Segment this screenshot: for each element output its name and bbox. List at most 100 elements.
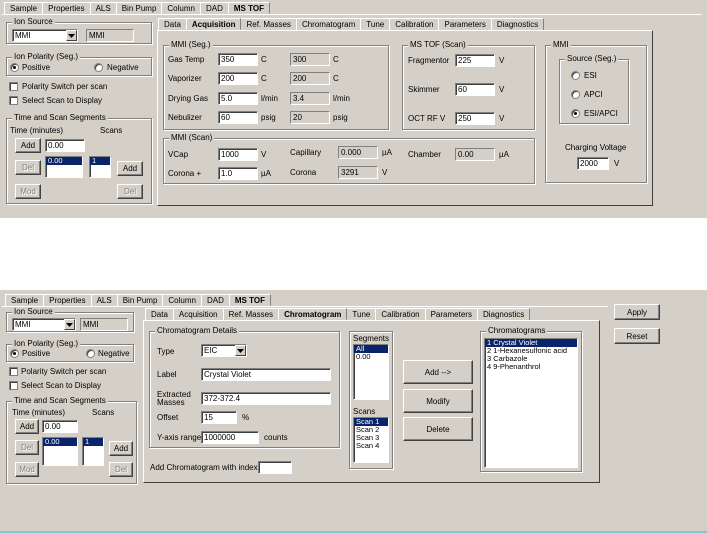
nebulizer-input[interactable]: 60 bbox=[218, 111, 258, 124]
tab-als[interactable]: ALS bbox=[90, 294, 118, 306]
tab-chromatogram[interactable]: Chromatogram bbox=[295, 18, 362, 30]
tab-calibration[interactable]: Calibration bbox=[389, 18, 440, 30]
tab-data[interactable]: Data bbox=[158, 18, 187, 30]
select-scan-checkbox[interactable] bbox=[9, 96, 18, 105]
del-scan-button[interactable]: Del bbox=[109, 462, 133, 477]
reset-button[interactable]: Reset bbox=[614, 328, 660, 344]
tab-dad[interactable]: DAD bbox=[199, 2, 229, 14]
tab-parameters[interactable]: Parameters bbox=[424, 308, 478, 320]
scans-list[interactable]: 1 bbox=[82, 437, 104, 466]
tab-tune[interactable]: Tune bbox=[360, 18, 391, 30]
add-chromatogram-button[interactable]: Add --> bbox=[403, 360, 473, 384]
vcap-input[interactable]: 1000 bbox=[218, 148, 258, 161]
corona-plus-label: Corona + bbox=[168, 169, 202, 178]
extracted-masses-input[interactable]: 372-372.4 bbox=[201, 392, 331, 405]
tab-properties[interactable]: Properties bbox=[42, 2, 91, 14]
esi-apci-radio[interactable] bbox=[571, 109, 580, 118]
apply-button[interactable]: Apply bbox=[614, 304, 660, 320]
ion-source-select[interactable]: MMI bbox=[12, 29, 78, 42]
mod-button[interactable]: Mod bbox=[15, 184, 41, 199]
tab-tune[interactable]: Tune bbox=[346, 308, 377, 320]
list-item[interactable]: 0.00 bbox=[43, 438, 77, 446]
time-input[interactable]: 0.00 bbox=[45, 139, 85, 152]
tab-properties[interactable]: Properties bbox=[43, 294, 92, 306]
time-list[interactable]: 0.00 bbox=[45, 156, 83, 178]
chevron-down-icon[interactable] bbox=[235, 345, 246, 356]
time-input[interactable]: 0.00 bbox=[42, 420, 78, 433]
tab-ref-masses[interactable]: Ref. Masses bbox=[240, 18, 297, 30]
tab-acquisition[interactable]: Acquisition bbox=[185, 18, 242, 30]
positive-radio[interactable] bbox=[10, 349, 19, 358]
offset-input[interactable]: 15 bbox=[201, 411, 237, 424]
tab-chromatogram[interactable]: Chromatogram bbox=[278, 308, 348, 320]
skimmer-label: Skimmer bbox=[408, 85, 440, 94]
gas-temp-input[interactable]: 350 bbox=[218, 53, 258, 66]
tab-bin-pump[interactable]: Bin Pump bbox=[115, 2, 163, 14]
select-scan-checkbox[interactable] bbox=[9, 381, 18, 390]
tab-column[interactable]: Column bbox=[162, 294, 202, 306]
list-item[interactable]: 1 bbox=[90, 157, 110, 165]
capillary-readout: 0.000 bbox=[338, 146, 378, 159]
list-item[interactable]: 4 9-Phenanthrol bbox=[485, 363, 577, 371]
positive-radio[interactable] bbox=[10, 63, 19, 72]
add-time-button[interactable]: Add bbox=[15, 138, 41, 153]
scans-select-list[interactable]: Scan 1 Scan 2 Scan 3 Scan 4 bbox=[353, 417, 389, 463]
gas-temp-actual: 300 bbox=[290, 53, 330, 66]
tab-bin-pump[interactable]: Bin Pump bbox=[116, 294, 164, 306]
list-item[interactable]: 0.00 bbox=[354, 353, 388, 361]
mod-button[interactable]: Mod bbox=[15, 462, 39, 477]
scans-label: Scans bbox=[92, 408, 115, 417]
tab-sample[interactable]: Sample bbox=[5, 294, 45, 306]
list-item[interactable]: 0.00 bbox=[46, 157, 82, 165]
tab-diagnostics[interactable]: Diagnostics bbox=[476, 308, 531, 320]
apci-radio[interactable] bbox=[571, 90, 580, 99]
del-time-button[interactable]: Del bbox=[15, 160, 41, 175]
fragmentor-input[interactable]: 225 bbox=[455, 54, 495, 67]
tab-data[interactable]: Data bbox=[145, 308, 174, 320]
tab-dad[interactable]: DAD bbox=[200, 294, 230, 306]
tab-parameters[interactable]: Parameters bbox=[438, 18, 492, 30]
tab-calibration[interactable]: Calibration bbox=[375, 308, 426, 320]
tab-column[interactable]: Column bbox=[161, 2, 201, 14]
scans-list[interactable]: 1 bbox=[89, 156, 111, 178]
negative-radio[interactable] bbox=[94, 63, 103, 72]
segments-list[interactable]: All 0.00 bbox=[353, 344, 389, 400]
skimmer-input[interactable]: 60 bbox=[455, 83, 495, 96]
tab-sample[interactable]: Sample bbox=[4, 2, 44, 14]
list-item[interactable]: Scan 4 bbox=[354, 442, 388, 450]
negative-radio[interactable] bbox=[86, 349, 95, 358]
charging-voltage-input[interactable]: 2000 bbox=[577, 157, 609, 170]
corona-plus-input[interactable]: 1.0 bbox=[218, 167, 258, 180]
ion-source-label: Ion Source bbox=[12, 17, 55, 26]
ion-source-value: MMI bbox=[15, 31, 31, 40]
add-scan-button[interactable]: Add bbox=[117, 161, 143, 176]
polarity-switch-checkbox[interactable] bbox=[9, 82, 18, 91]
list-item[interactable]: 1 bbox=[83, 438, 103, 446]
tab-als[interactable]: ALS bbox=[89, 2, 117, 14]
type-select[interactable]: EIC bbox=[201, 344, 247, 357]
tab-ms-tof[interactable]: MS TOF bbox=[228, 294, 271, 306]
tab-ref-masses[interactable]: Ref. Masses bbox=[222, 308, 280, 320]
add-time-button[interactable]: Add bbox=[15, 419, 39, 434]
ion-source-select[interactable]: MMI bbox=[12, 318, 76, 331]
delete-button[interactable]: Delete bbox=[403, 417, 473, 441]
chevron-down-icon[interactable] bbox=[64, 319, 75, 330]
del-scan-button[interactable]: Del bbox=[117, 184, 143, 199]
vaporizer-input[interactable]: 200 bbox=[218, 72, 258, 85]
time-list[interactable]: 0.00 bbox=[42, 437, 78, 466]
del-time-button[interactable]: Del bbox=[15, 440, 39, 455]
polarity-switch-checkbox[interactable] bbox=[9, 367, 18, 376]
tab-acquisition[interactable]: Acquisition bbox=[172, 308, 224, 320]
chevron-down-icon[interactable] bbox=[66, 30, 77, 41]
label-input[interactable]: Crystal Violet bbox=[201, 368, 331, 381]
esi-radio[interactable] bbox=[571, 71, 580, 80]
tab-diagnostics[interactable]: Diagnostics bbox=[490, 18, 545, 30]
oct-rf-input[interactable]: 250 bbox=[455, 112, 495, 125]
add-scan-button[interactable]: Add bbox=[109, 441, 133, 456]
y-axis-range-input[interactable]: 1000000 bbox=[201, 431, 259, 444]
chromatograms-list[interactable]: 1 Crystal Violet 2 1-Hexanesulfonic acid… bbox=[484, 338, 578, 468]
tab-ms-tof[interactable]: MS TOF bbox=[227, 2, 270, 14]
modify-button[interactable]: Modify bbox=[403, 389, 473, 413]
add-index-input[interactable] bbox=[258, 461, 292, 474]
drying-gas-input[interactable]: 5.0 bbox=[218, 92, 258, 105]
